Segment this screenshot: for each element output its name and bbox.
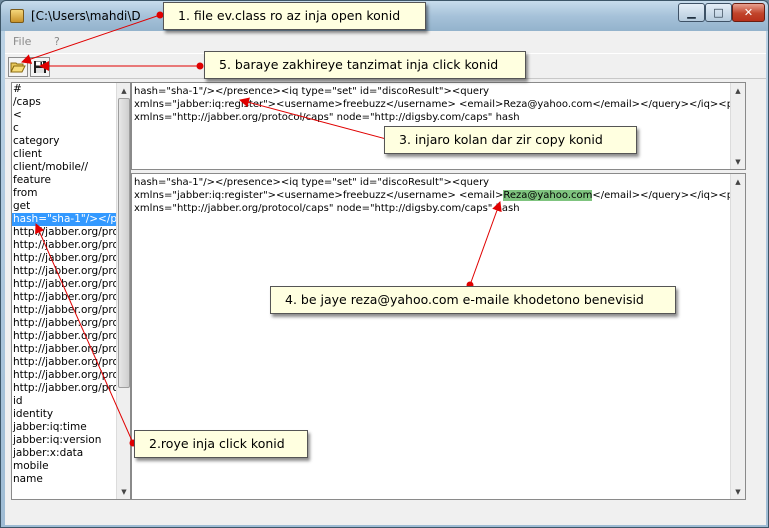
edit-scroll-up-icon[interactable]: ▲ (731, 174, 745, 189)
callout-3: 3. injaro kolan dar zir copy konid (384, 126, 637, 154)
list-item[interactable]: # (12, 83, 116, 96)
close-icon: ✕ (743, 6, 754, 19)
save-button[interactable] (30, 57, 50, 77)
list-item[interactable]: http://jabber.org/prot (12, 239, 116, 252)
list-item[interactable]: http://jabber.org/prot (12, 343, 116, 356)
list-item[interactable]: client/mobile// (12, 161, 116, 174)
list-item[interactable]: get (12, 200, 116, 213)
list-item[interactable]: http://jabber.org/prot (12, 317, 116, 330)
minimize-icon: ▁ (687, 6, 696, 19)
menu-file[interactable]: File (13, 35, 31, 48)
email-highlight: Reza@yahoo.com (503, 190, 593, 201)
source-line-1: hash="sha-1"/></presence><iq type="set" … (134, 86, 490, 97)
list-item[interactable]: identity (12, 408, 116, 421)
source-line-2: xmlns="jabber:iq:register"><username>fre… (134, 99, 746, 110)
list-item[interactable]: < (12, 109, 116, 122)
list-scroll-thumb[interactable] (118, 98, 130, 388)
edit-text: hash="sha-1"/></presence><iq type="set" … (134, 176, 745, 215)
list-item[interactable]: jabber:x:data (12, 447, 116, 460)
list-item[interactable]: http://jabber.org/prot (12, 330, 116, 343)
list-item[interactable]: http://jabber.org/prot (12, 278, 116, 291)
source-scrollbar[interactable]: ▲ ▼ (730, 83, 745, 169)
app-icon (10, 9, 24, 23)
maximize-icon: □ (713, 6, 724, 19)
list-item[interactable]: http://jabber.org/prot (12, 356, 116, 369)
list-item[interactable]: jabber:iq:time (12, 421, 116, 434)
list-item[interactable]: feature (12, 174, 116, 187)
edit-scroll-down-icon[interactable]: ▼ (731, 484, 745, 499)
scroll-up-icon[interactable]: ▲ (117, 83, 130, 98)
callout-2: 2.roye inja click konid (134, 430, 308, 458)
list-item[interactable]: from (12, 187, 116, 200)
minimize-button[interactable]: ▁ (678, 3, 705, 22)
edit-scrollbar[interactable]: ▲ ▼ (730, 174, 745, 499)
app-window: [C:\Users\mahdi\Desktop ▁ □ ✕ File ? (0, 0, 769, 528)
menu-help[interactable]: ? (54, 35, 60, 48)
list-item[interactable]: category (12, 135, 116, 148)
source-scroll-up-icon[interactable]: ▲ (731, 83, 745, 98)
token-list[interactable]: #/caps < c category client client/mobile//fea… (11, 82, 131, 500)
list-item[interactable]: name (12, 473, 116, 486)
callout-4: 4. be jaye reza@yahoo.com e-maile khodet… (270, 286, 676, 314)
list-item[interactable]: http://jabber.org/prot (12, 265, 116, 278)
close-button[interactable]: ✕ (732, 3, 765, 22)
list-item[interactable]: http://jabber.org/prot (12, 304, 116, 317)
menu-bar: File ? (5, 31, 766, 51)
floppy-disk-icon (34, 61, 46, 73)
list-item[interactable]: c (12, 122, 116, 135)
folder-open-icon (10, 62, 26, 73)
list-item[interactable]: id (12, 395, 116, 408)
edit-line-2-before: xmlns="jabber:iq:register"><username>fre… (134, 190, 504, 201)
callout-5: 5. baraye zakhireye tanzimat inja click … (204, 51, 526, 79)
edit-line-1: hash="sha-1"/></presence><iq type="set" … (134, 177, 490, 188)
list-scrollbar[interactable]: ▲ ▼ (116, 83, 130, 499)
source-text: hash="sha-1"/></presence><iq type="set" … (134, 85, 745, 124)
list-item[interactable]: http://jabber.org/prot (12, 291, 116, 304)
scroll-down-icon[interactable]: ▼ (117, 484, 130, 499)
list-item[interactable]: http://jabber.org/prot (12, 226, 116, 239)
open-button[interactable] (8, 57, 28, 77)
maximize-button[interactable]: □ (705, 3, 732, 22)
source-scroll-down-icon[interactable]: ▼ (731, 154, 745, 169)
edit-line-2-after: </email></query></iq><presence ><c (592, 190, 745, 201)
list-item[interactable]: http://jabber.org/prot (12, 252, 116, 265)
list-item[interactable]: client (12, 148, 116, 161)
callout-1: 1. file ev.class ro az inja open konid (163, 2, 426, 30)
list-item[interactable]: http://jabber.org/prot (12, 382, 116, 395)
edit-line-3: xmlns="http://jabber.org/protocol/caps" … (134, 203, 520, 214)
client-area: File ? #/caps < c category client client/ (5, 31, 766, 525)
token-list-items: #/caps < c category client client/mobile//fea… (12, 83, 116, 486)
list-item[interactable]: http://jabber.org/prot (12, 369, 116, 382)
list-item[interactable]: jabber:iq:version (12, 434, 116, 447)
source-line-3: xmlns="http://jabber.org/protocol/caps" … (134, 112, 520, 123)
window-title: [C:\Users\mahdi\Desktop (31, 9, 141, 23)
list-item[interactable]: hash="sha-1"/></pre (12, 213, 116, 226)
list-item[interactable]: /caps (12, 96, 116, 109)
list-item[interactable]: mobile (12, 460, 116, 473)
